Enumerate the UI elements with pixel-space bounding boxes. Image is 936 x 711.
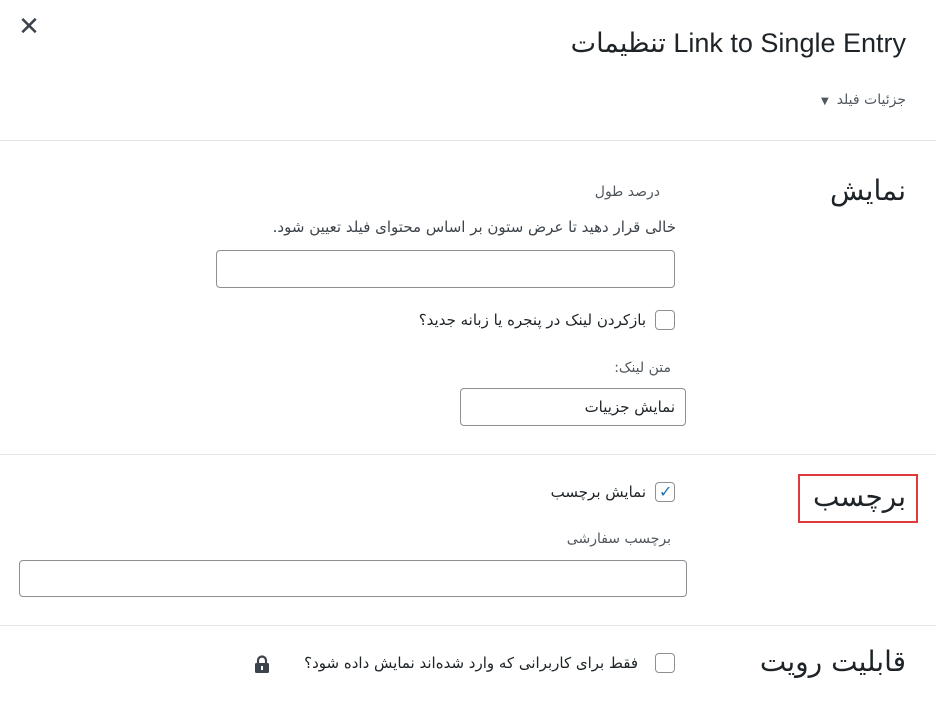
logged-in-only-label: فقط برای کاربرانی که وارد شده‌اند نمایش … <box>304 654 638 672</box>
show-label-text: نمایش برچسب <box>550 483 646 501</box>
width-description: خالی قرار دهید تا عرض ستون بر اساس محتوا… <box>272 218 676 236</box>
lock-icon <box>255 655 269 673</box>
caret-down-icon: ▼ <box>821 96 829 107</box>
divider <box>0 140 936 141</box>
section-title-display: نمایش <box>829 174 906 207</box>
close-icon[interactable]: ✕ <box>14 12 44 42</box>
modal-title: Link to Single Entry تنظیمات <box>570 28 906 58</box>
custom-label-label: برچسب سفارشی <box>566 531 671 547</box>
link-text-input[interactable] <box>460 388 686 426</box>
section-title-visibility: قابلیت رویت <box>759 645 906 678</box>
divider <box>0 625 936 626</box>
width-input[interactable] <box>216 250 675 288</box>
logged-in-only-checkbox[interactable] <box>655 653 675 673</box>
custom-label-input[interactable] <box>19 560 687 597</box>
link-text-label: متن لینک: <box>614 360 671 376</box>
new-window-label: بازکردن لینک در پنجره یا زبانه جدید؟ <box>418 311 646 329</box>
new-window-checkbox[interactable] <box>655 310 675 330</box>
field-details-toggle[interactable]: جزئیات فیلد ▼ <box>821 92 906 108</box>
field-details-label: جزئیات فیلد <box>836 92 906 108</box>
width-label: درصد طول <box>594 184 660 200</box>
divider <box>0 454 936 455</box>
section-title-label: برچسب <box>812 480 906 513</box>
show-label-checkbox[interactable]: ✓ <box>655 482 675 502</box>
checkmark-icon: ✓ <box>659 482 673 501</box>
